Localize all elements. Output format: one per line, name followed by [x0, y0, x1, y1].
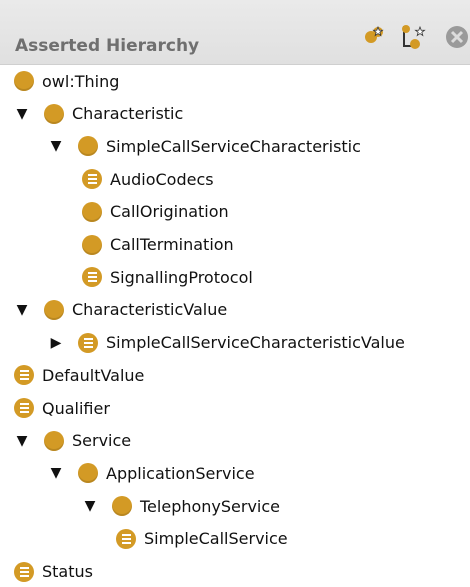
tree-row-audiocodecs[interactable]: AudioCodecs — [82, 164, 214, 194]
tree-row-qualifier[interactable]: Qualifier — [14, 393, 110, 423]
tree-label[interactable]: CallTermination — [110, 235, 234, 254]
tree-label[interactable]: ApplicationService — [106, 464, 255, 483]
defined-class-icon — [14, 398, 34, 418]
tree-label[interactable]: owl:Thing — [42, 72, 119, 91]
defined-class-icon — [116, 528, 136, 549]
defined-class-icon — [14, 365, 34, 386]
tree-row-characteristicvalue[interactable]: ▼ CharacteristicValue — [14, 295, 227, 325]
class-icon — [78, 463, 98, 484]
add-sibling-class-icon[interactable] — [400, 24, 428, 54]
tree-label[interactable]: DefaultValue — [42, 366, 144, 385]
tree-label[interactable]: SignallingProtocol — [110, 268, 253, 287]
class-icon — [112, 496, 132, 517]
tree-label[interactable]: SimpleCallServiceCharacteristicValue — [106, 333, 405, 352]
expanded-arrow-icon[interactable]: ▼ — [82, 498, 98, 514]
expanded-arrow-icon[interactable]: ▼ — [48, 465, 64, 481]
tree-label[interactable]: Status — [42, 562, 93, 581]
tree-row-status[interactable]: Status — [14, 557, 93, 587]
tree-row-calltermination[interactable]: CallTermination — [82, 230, 234, 260]
tree-row-simplecallservice[interactable]: SimpleCallService — [116, 524, 288, 554]
class-icon — [82, 234, 102, 255]
class-icon — [44, 103, 64, 124]
expanded-arrow-icon[interactable]: ▼ — [14, 302, 30, 318]
tree-row-characteristic[interactable]: ▼ Characteristic — [14, 99, 183, 129]
tree-row-callorigination[interactable]: CallOrigination — [82, 197, 229, 227]
defined-class-icon — [14, 561, 34, 582]
class-icon — [82, 201, 102, 222]
tree-row-telephonyservice[interactable]: ▼ TelephonyService — [82, 491, 280, 521]
tree-label[interactable]: Service — [72, 431, 131, 450]
expanded-arrow-icon[interactable]: ▼ — [48, 138, 64, 154]
hierarchy-header: Asserted Hierarchy — [0, 0, 470, 65]
tree-label[interactable]: CharacteristicValue — [72, 300, 227, 319]
tree-label[interactable]: TelephonyService — [140, 497, 280, 516]
defined-class-icon — [78, 332, 98, 353]
tree-label[interactable]: Qualifier — [42, 399, 110, 418]
tree-label[interactable]: SimpleCallServiceCharacteristic — [106, 137, 361, 156]
defined-class-icon — [82, 267, 102, 288]
class-hierarchy-tree: owl:Thing ▼ Characteristic ▼ SimpleCallServi… — [0, 64, 470, 582]
class-icon — [78, 136, 98, 157]
collapsed-arrow-icon[interactable]: ▶ — [48, 335, 64, 351]
tree-row-simplecallservicecharacteristic[interactable]: ▼ SimpleCallServiceCharacteristic — [48, 131, 361, 161]
tree-row-applicationservice[interactable]: ▼ ApplicationService — [48, 458, 255, 488]
class-icon — [14, 71, 34, 91]
panel-title: Asserted Hierarchy — [15, 36, 200, 56]
tree-label[interactable]: CallOrigination — [110, 202, 229, 221]
tree-row-simplecallservicecharacteristicvalue[interactable]: ▶ SimpleCallServiceCharacteristicValue — [48, 328, 405, 358]
tree-row-service[interactable]: ▼ Service — [14, 426, 131, 456]
add-subclass-icon[interactable] — [362, 24, 386, 52]
tree-row-signallingprotocol[interactable]: SignallingProtocol — [82, 262, 253, 292]
tree-label[interactable]: SimpleCallService — [144, 529, 288, 548]
defined-class-icon — [82, 169, 102, 190]
expanded-arrow-icon[interactable]: ▼ — [14, 106, 30, 122]
expanded-arrow-icon[interactable]: ▼ — [14, 433, 30, 449]
tree-label[interactable]: Characteristic — [72, 104, 183, 123]
tree-label[interactable]: AudioCodecs — [110, 170, 214, 189]
tree-row-defaultvalue[interactable]: DefaultValue — [14, 360, 144, 390]
class-icon — [44, 430, 64, 451]
delete-class-icon[interactable] — [444, 24, 470, 54]
class-icon — [44, 299, 64, 320]
tree-row-owl-thing[interactable]: owl:Thing — [14, 66, 119, 96]
